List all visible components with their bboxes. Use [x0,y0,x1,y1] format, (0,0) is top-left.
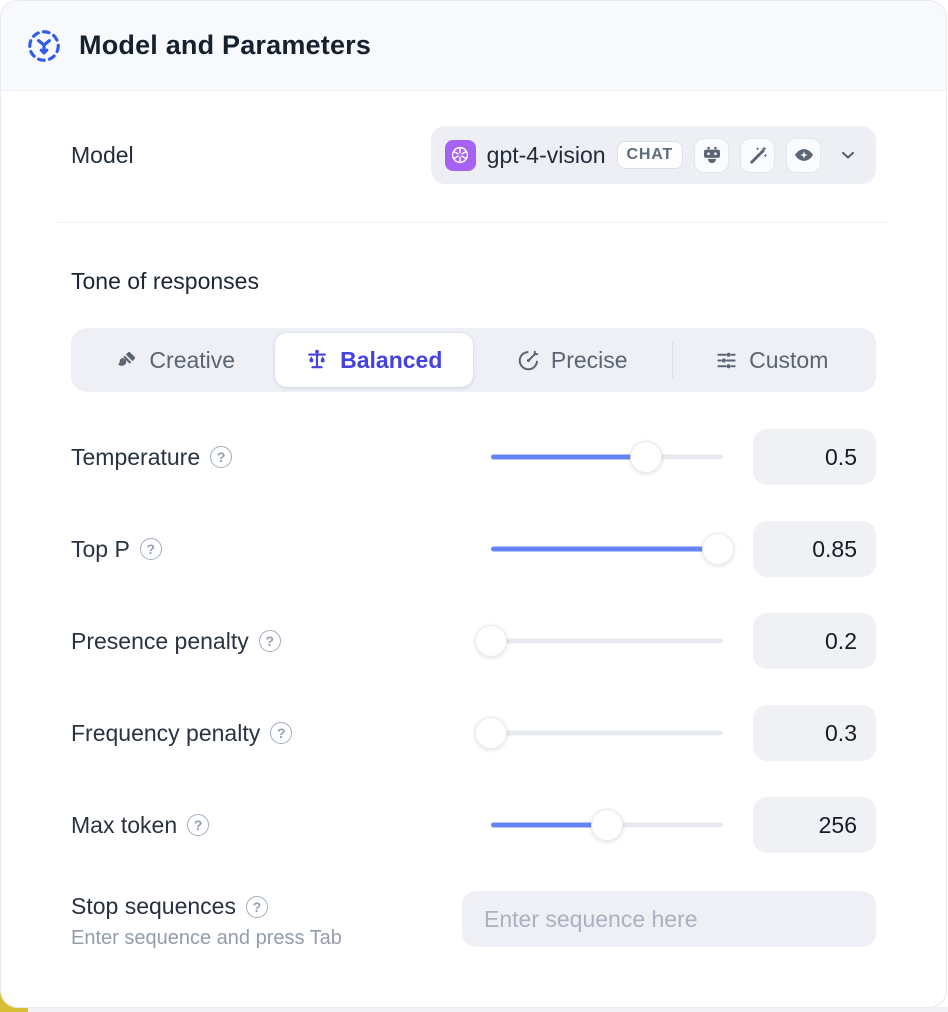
slider-thumb[interactable] [591,809,623,841]
tone-option-balanced[interactable]: Balanced [275,333,474,387]
model-label: Model [71,142,134,169]
stop-sequences-input[interactable] [462,891,876,947]
tone-option-creative[interactable]: Creative [76,333,275,387]
scale-icon [305,348,329,372]
model-and-parameters-panel: Model and Parameters Model [0,0,947,1008]
slider-thumb[interactable] [702,533,734,565]
slider-thumb[interactable] [475,717,507,749]
top-p-label: Top P ? [71,536,491,563]
presence-penalty-row: Presence penalty ? 0.2 [71,595,876,687]
section-divider [58,222,889,223]
model-type-badge: CHAT [617,141,683,169]
stop-sequences-helper: Enter sequence and press Tab [71,927,462,950]
target-icon [517,349,540,372]
robot-icon [694,138,729,173]
openai-logo [445,140,476,171]
tone-section-title: Tone of responses [71,268,876,295]
top-p-row: Top P ? 0.85 [71,503,876,595]
tone-option-label: Balanced [340,347,442,374]
model-select-dropdown[interactable]: gpt-4-vision CHAT [431,126,876,184]
slider-track [491,639,723,644]
max-token-label: Max token ? [71,812,491,839]
sliders-icon [715,349,738,372]
frequency-penalty-slider[interactable] [491,717,723,749]
tone-segmented-control: Creative Balanced [71,328,876,392]
help-icon[interactable]: ? [270,722,292,744]
tone-option-custom[interactable]: Custom [673,333,872,387]
help-icon[interactable]: ? [140,538,162,560]
stop-sequences-label: Stop sequences ? [71,893,462,920]
tone-option-label: Custom [749,347,828,374]
slider-thumb[interactable] [475,625,507,657]
help-icon[interactable]: ? [210,446,232,468]
temperature-value[interactable]: 0.5 [753,429,876,485]
temperature-label: Temperature ? [71,444,491,471]
stop-sequences-labels: Stop sequences ? Enter sequence and pres… [71,891,462,950]
max-token-slider[interactable] [491,809,723,841]
frequency-penalty-row: Frequency penalty ? 0.3 [71,687,876,779]
tone-option-label: Precise [551,347,628,374]
tone-option-precise[interactable]: Precise [473,333,672,387]
vision-eye-icon [786,138,821,173]
max-token-row: Max token ? 256 [71,779,876,871]
help-icon[interactable]: ? [259,630,281,652]
presence-penalty-label: Presence penalty ? [71,628,491,655]
top-p-slider[interactable] [491,533,723,565]
presence-penalty-slider[interactable] [491,625,723,657]
stop-sequences-row: Stop sequences ? Enter sequence and pres… [71,891,876,950]
panel-title: Model and Parameters [79,30,371,61]
temperature-slider[interactable] [491,441,723,473]
slider-thumb[interactable] [630,441,662,473]
panel-header: Model and Parameters [1,1,946,91]
frequency-penalty-value[interactable]: 0.3 [753,705,876,761]
temperature-row: Temperature ? 0.5 [71,411,876,503]
slider-fill [491,455,646,460]
slider-track [491,731,723,736]
slider-fill [491,547,718,552]
paintbrush-icon [115,349,138,372]
model-row: Model [71,126,876,184]
help-icon[interactable]: ? [246,896,268,918]
help-icon[interactable]: ? [187,814,209,836]
top-p-value[interactable]: 0.85 [753,521,876,577]
presence-penalty-value[interactable]: 0.2 [753,613,876,669]
magic-wand-icon [740,138,775,173]
frequency-penalty-label: Frequency penalty ? [71,720,491,747]
chevron-down-icon [838,145,858,165]
parameters-section: Temperature ? 0.5 Top P ? [71,411,876,871]
tone-option-label: Creative [149,347,235,374]
max-token-value[interactable]: 256 [753,797,876,853]
model-name: gpt-4-vision [487,142,606,169]
model-selector-icon [25,27,63,65]
slider-fill [491,823,607,828]
